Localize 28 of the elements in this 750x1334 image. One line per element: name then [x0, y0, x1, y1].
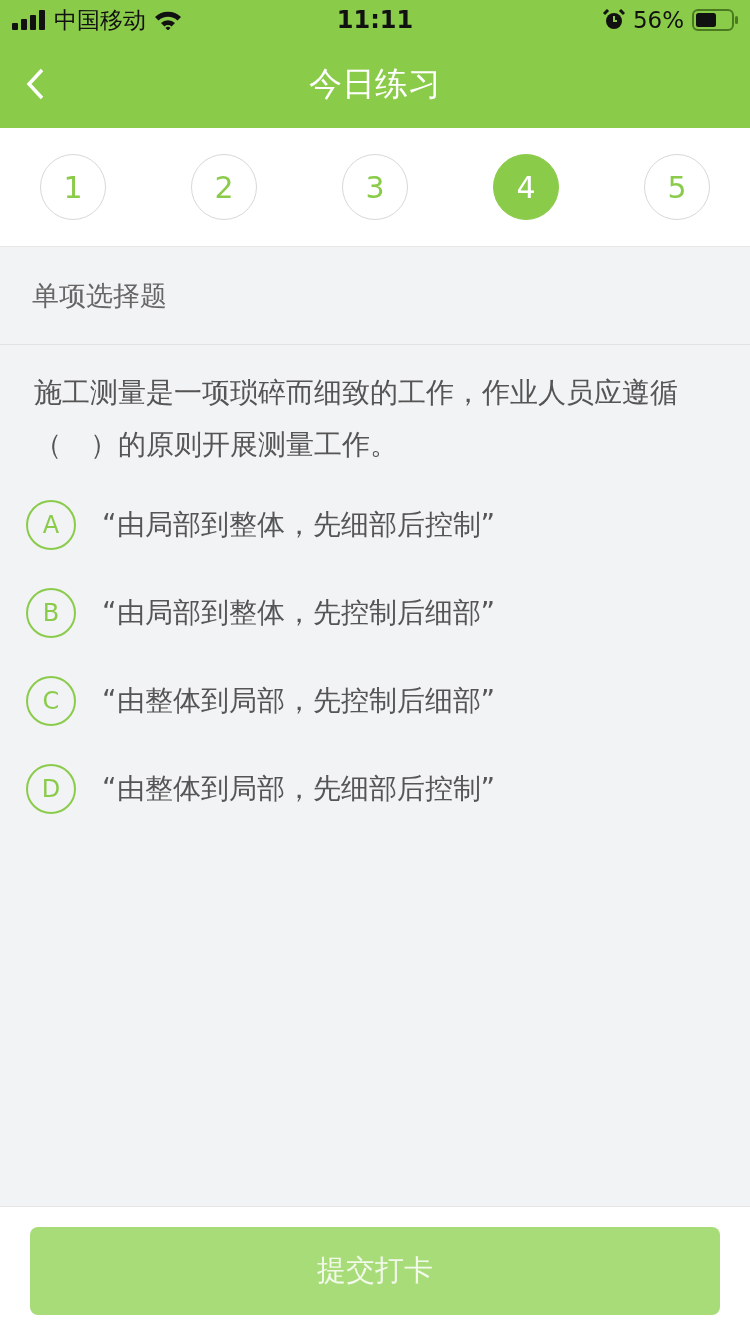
clock-time: 11:11 [336, 6, 414, 34]
question-type-label: 单项选择题 [32, 278, 167, 313]
option-letter-circle: A [26, 500, 76, 550]
carrier-name: 中国移动 [54, 5, 146, 35]
option-letter-circle: B [26, 588, 76, 638]
question-number-tab[interactable]: 4 [493, 154, 559, 220]
wifi-icon [154, 10, 182, 30]
answer-option[interactable]: B “由局部到整体，先控制后细部” [26, 569, 724, 657]
question-number-tab[interactable]: 5 [644, 154, 710, 220]
question-number-tab[interactable]: 3 [342, 154, 408, 220]
alarm-clock-icon [602, 9, 625, 31]
question-number-tab[interactable]: 2 [191, 154, 257, 220]
battery-percent: 56% [632, 7, 684, 33]
option-letter-circle: D [26, 764, 76, 814]
option-text: “由整体到局部，先细部后控制” [102, 771, 495, 807]
back-chevron-icon [26, 68, 44, 100]
option-letter-circle: C [26, 676, 76, 726]
battery-icon [692, 9, 738, 31]
question-text: 施工测量是一项琐碎而细致的工作，作业人员应遵循（ ）的原则开展测量工作。 [34, 375, 679, 463]
answer-option[interactable]: D “由整体到局部，先细部后控制” [26, 745, 724, 833]
answer-option[interactable]: A “由局部到整体，先细部后控制” [26, 481, 724, 569]
answer-option[interactable]: C “由整体到局部，先控制后细部” [26, 657, 724, 745]
question-number-tab[interactable]: 1 [40, 154, 106, 220]
option-text: “由整体到局部，先控制后细部” [102, 683, 495, 719]
option-text: “由局部到整体，先控制后细部” [102, 595, 495, 631]
page-title: 今日练习 [309, 62, 441, 105]
signal-icon [12, 10, 46, 30]
option-text: “由局部到整体，先细部后控制” [102, 507, 495, 543]
